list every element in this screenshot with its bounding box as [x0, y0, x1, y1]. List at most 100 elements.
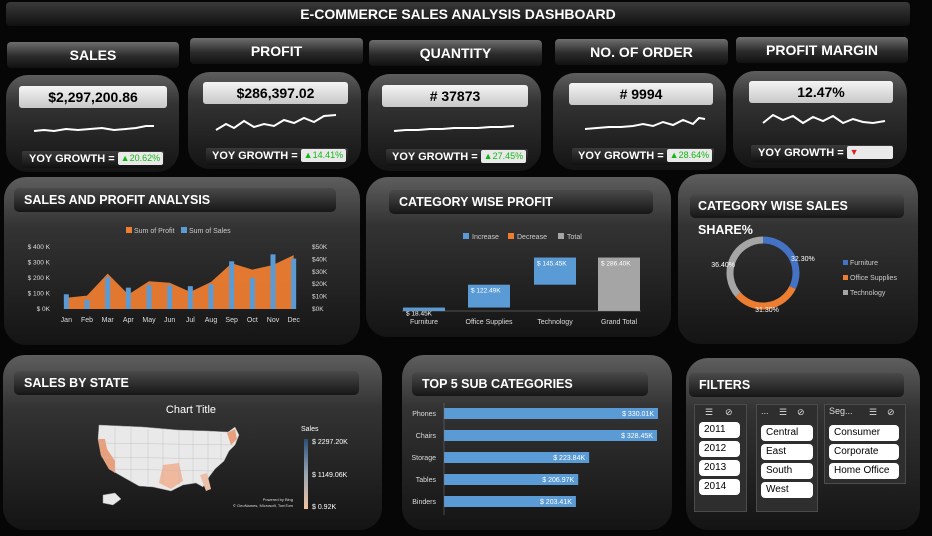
region-west-button[interactable]: West [761, 482, 813, 498]
map-scale-min: $ 0.92K [312, 504, 336, 511]
year-2014-button[interactable]: 2014 [699, 479, 740, 495]
kpi-quantity-card: # 37873 YOY GROWTH = ▲27.45% [368, 74, 541, 171]
kpi-profit-yoy: YOY GROWTH = ▲14.41% [206, 148, 348, 165]
multi-select-icon[interactable]: ☰ [869, 407, 877, 418]
map-attribution-bing: Powered by Bing [263, 497, 293, 502]
kpi-sales-header: SALES [7, 42, 179, 68]
kpi-profit-header: PROFIT [190, 38, 363, 64]
legend-total: Total [567, 234, 582, 241]
yoy-value: ▲14.41% [300, 149, 347, 162]
right-tick-label: $50K [312, 244, 328, 251]
sales-bar [167, 285, 173, 309]
kpi-sales-value: $2,297,200.86 [19, 86, 167, 108]
multi-select-icon[interactable]: ☰ [705, 407, 713, 418]
sales-bar [249, 277, 255, 309]
clear-filter-icon[interactable]: ⊘ [725, 407, 733, 418]
multi-select-icon[interactable]: ☰ [779, 407, 787, 418]
year-slicer: ☰ ⊘ 2011 2012 2013 2014 [694, 404, 747, 512]
right-tick-label: $30K [312, 269, 328, 276]
legend-increase-swatch [463, 233, 469, 239]
legend-profit-swatch [126, 227, 132, 233]
kpi-orders-header: NO. OF ORDER [555, 39, 728, 65]
sales-profit-panel: SALES AND PROFIT ANALYSIS Sum of Profit … [4, 177, 360, 345]
yoy-label: YOY GROWTH = [29, 153, 115, 165]
filters-panel: FILTERS ☰ ⊘ 2011 2012 2013 2014 ... ☰ ⊘ … [686, 358, 920, 530]
donut-slice [762, 236, 800, 290]
segment-corporate-button[interactable]: Corporate [829, 444, 899, 460]
clear-filter-icon[interactable]: ⊘ [797, 407, 805, 418]
month-label: Jan [61, 317, 72, 324]
right-tick-label: $0K [312, 306, 324, 313]
map-legend-title: Sales [301, 426, 319, 433]
year-2012-button[interactable]: 2012 [699, 441, 740, 457]
left-tick-label: $ 300 K [28, 260, 51, 267]
yoy-value: ▲20.62% [117, 152, 164, 165]
kpi-orders-card: # 9994 YOY GROWTH = ▲28.64% [553, 73, 726, 170]
left-tick-label: $ 200 K [28, 275, 51, 282]
legend-technology-swatch [843, 290, 848, 295]
month-label: Jun [164, 317, 175, 324]
legend-sales-swatch [181, 227, 187, 233]
segment-slicer-header: Seg... [829, 406, 853, 416]
category-label: Grand Total [601, 319, 638, 326]
category-share-title: CATEGORY WISE SALES SHARE% [690, 194, 904, 237]
left-tick-label: $ 400 K [28, 244, 51, 251]
subcategory-value-label: $ 223.84K [553, 455, 585, 462]
sales-bar [229, 261, 235, 309]
right-tick-label: $40K [312, 256, 328, 263]
sales-bar [187, 286, 193, 309]
legend-decrease-swatch [508, 233, 514, 239]
subcategory-label: Tables [416, 477, 437, 484]
month-label: Mar [102, 317, 115, 324]
map-chart-title: Chart Title [166, 404, 216, 416]
map-color-scale [304, 439, 308, 509]
top5-chart: Phones $ 330.01K Chairs $ 328.45K Storage $ 2… [411, 403, 658, 515]
dashboard-title: E-COMMERCE SALES ANALYSIS DASHBOARD [6, 2, 910, 26]
yoy-label: YOY GROWTH = [392, 151, 478, 163]
donut-slice-label: 32.30% [791, 256, 815, 263]
kpi-margin-yoy: YOY GROWTH = ▼ [751, 145, 893, 162]
region-slicer: ... ☰ ⊘ Central East South West [756, 404, 818, 512]
right-tick-label: $20K [312, 281, 328, 288]
clear-filter-icon[interactable]: ⊘ [887, 407, 895, 418]
kpi-profit-value: $286,397.02 [203, 82, 348, 104]
category-label: Furniture [410, 319, 438, 326]
waterfall-value-label: $ 122.49K [471, 288, 501, 295]
subcategory-value-label: $ 206.97K [542, 477, 574, 484]
legend-profit: Sum of Profit [134, 228, 175, 235]
sales-bar [84, 299, 90, 309]
sales-bar [270, 254, 276, 309]
category-label: Technology [537, 319, 573, 326]
region-south-button[interactable]: South [761, 463, 813, 479]
region-east-button[interactable]: East [761, 444, 813, 460]
sales-bar [125, 287, 131, 309]
top5-title: TOP 5 SUB CATEGORIES [412, 372, 648, 396]
legend-office: Office Supplies [850, 275, 897, 282]
donut-slice-label: 31.30% [755, 307, 779, 314]
legend-total-swatch [558, 233, 564, 239]
kpi-sales-sparkline [33, 125, 154, 133]
map-scale-max: $ 2297.20K [312, 439, 348, 446]
month-label: Sep [225, 317, 238, 324]
arrow-up-icon: ▲ [669, 150, 679, 160]
category-share-panel: CATEGORY WISE SALES SHARE% 32.30% 31.30% 3… [678, 174, 918, 344]
year-2011-button[interactable]: 2011 [699, 422, 740, 438]
kpi-quantity-sparkline [393, 125, 515, 132]
segment-consumer-button[interactable]: Consumer [829, 425, 899, 441]
kpi-quantity-yoy: YOY GROWTH = ▲27.45% [386, 149, 528, 166]
kpi-profit-card: $286,397.02 YOY GROWTH = ▲14.41% [188, 72, 361, 169]
segment-slicer: Seg... ☰ ⊘ Consumer Corporate Home Offic… [824, 404, 906, 484]
sales-bar [105, 277, 111, 309]
left-tick-label: $ 100 K [28, 291, 51, 298]
arrow-up-icon: ▲ [120, 153, 130, 163]
legend-furniture-swatch [843, 260, 848, 265]
yoy-value: ▲27.45% [480, 150, 527, 163]
region-central-button[interactable]: Central [761, 425, 813, 441]
subcategory-value-label: $ 328.45K [621, 433, 653, 440]
year-2013-button[interactable]: 2013 [699, 460, 740, 476]
usa-map [97, 424, 240, 506]
yoy-label: YOY GROWTH = [212, 150, 298, 162]
legend-office-swatch [843, 275, 848, 280]
arrow-up-icon: ▲ [303, 150, 313, 160]
segment-home-office-button[interactable]: Home Office [829, 463, 899, 479]
